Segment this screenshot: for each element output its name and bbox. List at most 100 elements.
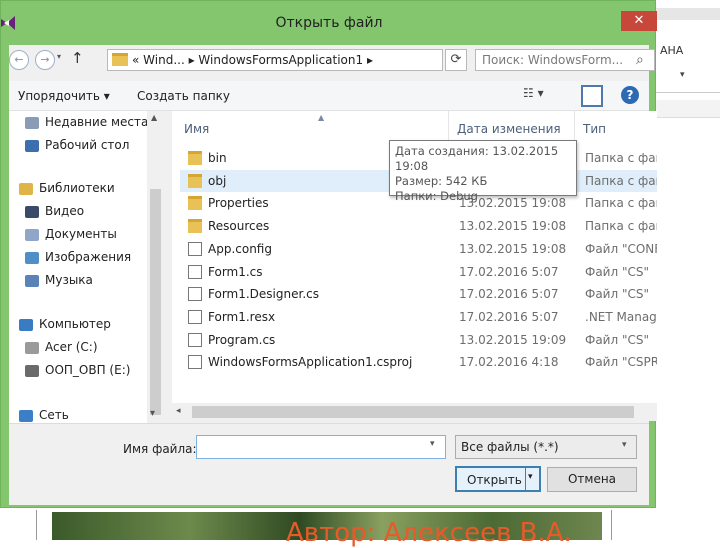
nav-item-label: Изображения: [45, 250, 132, 264]
nav-item-label: Acer (C:): [45, 340, 98, 354]
file-name: Resources: [208, 219, 270, 234]
background-window-right: [656, 0, 720, 540]
background-author-caption: Автор: Алексеев В.А.: [286, 518, 572, 548]
file-type-value: Все файлы (*.*): [461, 440, 559, 454]
file-type-select[interactable]: Все файлы (*.*) ▾: [455, 435, 637, 459]
close-button[interactable]: ✕: [621, 11, 657, 31]
network-icon: [19, 410, 33, 422]
file-name: obj: [208, 173, 227, 188]
computer-icon: [19, 319, 33, 331]
file-row[interactable]: Form1.resx 17.02.2016 5:07 .NET Manage: [180, 306, 657, 328]
pictures-icon: [25, 252, 39, 264]
scroll-left-button[interactable]: ◂: [176, 406, 181, 416]
dialog-footer: Имя файла: ▾ Все файлы (*.*) ▾ Открыть ▾…: [9, 423, 649, 505]
file-date: 13.02.2015 19:09: [459, 332, 567, 347]
file-row[interactable]: Resources 13.02.2015 19:08 Папка с фай: [180, 215, 657, 237]
file-name: Form1.resx: [208, 309, 276, 324]
background-toolbar: [656, 100, 720, 118]
back-button[interactable]: ←: [9, 50, 29, 70]
search-icon[interactable]: ⌕: [636, 52, 644, 68]
document-icon: [188, 332, 202, 347]
file-name: Form1.Designer.cs: [208, 287, 319, 302]
nav-scrollbar-thumb[interactable]: [150, 189, 161, 415]
nav-scroll-up-button[interactable]: ▲: [151, 113, 157, 122]
folder-icon: [112, 53, 128, 66]
background-window-text: АНА: [660, 44, 684, 57]
nav-item-label: Документы: [45, 227, 117, 241]
window-title: Открыть файл: [275, 15, 383, 31]
split-divider: [525, 468, 526, 490]
open-options-dropdown[interactable]: ▾: [528, 472, 533, 482]
nav-item-label: Недавние места: [45, 115, 149, 129]
drive-icon: [25, 365, 39, 377]
open-button-label: Открыть: [467, 473, 522, 487]
file-name: Program.cs: [208, 332, 276, 347]
nav-item-label: Видео: [45, 204, 85, 218]
open-file-dialog: Открыть файл ✕ ← → ▾ ↑ « Wind... ▸ Windo…: [0, 0, 657, 508]
file-date: 17.02.2016 5:07: [459, 309, 559, 324]
file-type: Файл "CS": [585, 332, 650, 347]
refresh-button[interactable]: ⟳: [445, 49, 467, 71]
file-date: 17.02.2016 4:18: [459, 355, 559, 370]
horizontal-scrollbar-thumb[interactable]: [192, 406, 634, 418]
folder-icon: [188, 173, 202, 188]
nav-item-label: Компьютер: [39, 317, 111, 331]
file-row[interactable]: App.config 13.02.2015 19:08 Файл "CONF: [180, 238, 657, 260]
file-name: Properties: [208, 196, 269, 211]
search-placeholder: Поиск: WindowsForm...: [482, 53, 624, 67]
file-name: Form1.cs: [208, 264, 263, 279]
desktop-icon: [25, 140, 39, 152]
cancel-button[interactable]: Отмена: [547, 467, 637, 492]
search-input[interactable]: Поиск: WindowsForm... ⌕: [475, 49, 655, 71]
file-row[interactable]: Form1.Designer.cs 17.02.2016 5:07 Файл "CS…: [180, 283, 657, 305]
folder-icon: [188, 151, 202, 165]
documents-icon: [25, 229, 39, 241]
chevron-down-icon[interactable]: ▾: [622, 440, 627, 450]
file-row[interactable]: WindowsFormsApplication1.csproj 17.02.201…: [180, 351, 657, 373]
file-type: Папка с фай: [585, 196, 657, 211]
help-button[interactable]: ?: [621, 86, 639, 104]
open-button[interactable]: Открыть ▾: [455, 466, 541, 492]
filename-input[interactable]: ▾: [196, 435, 446, 459]
document-icon: [188, 264, 202, 279]
tooltip-size: Размер: 542 КБ: [395, 174, 488, 188]
organize-button[interactable]: Упорядочить ▾: [18, 89, 110, 103]
file-date: 13.02.2015 19:08: [459, 241, 567, 256]
recent-locations-button[interactable]: ▾: [57, 52, 61, 61]
up-folder-button[interactable]: ↑: [71, 49, 84, 67]
nav-item-label: Сеть: [39, 408, 69, 422]
preview-pane-button[interactable]: [581, 85, 603, 107]
file-name: bin: [208, 151, 227, 165]
file-type: .NET Manage: [585, 309, 657, 324]
document-icon: [188, 287, 202, 302]
file-row[interactable]: Form1.cs 17.02.2016 5:07 Файл "CS": [180, 261, 657, 283]
resx-file-icon: [188, 309, 202, 324]
forward-button[interactable]: →: [35, 50, 55, 70]
horizontal-scrollbar[interactable]: ◂: [172, 403, 657, 421]
drive-icon: [25, 342, 39, 354]
file-type: Папка с фай: [585, 173, 657, 188]
background-window-strip: [656, 8, 720, 20]
video-icon: [25, 206, 39, 218]
file-type: Файл "CONF: [585, 241, 657, 256]
filename-label: Имя файла:: [123, 442, 197, 456]
file-type: Папка с фай: [585, 219, 657, 234]
chevron-down-icon[interactable]: ▾: [430, 439, 435, 449]
breadcrumb[interactable]: « Wind... ▸ WindowsFormsApplication1 ▸: [132, 53, 373, 67]
nav-item-label: Библиотеки: [39, 181, 115, 195]
dialog-client: ← → ▾ ↑ « Wind... ▸ WindowsFormsApplicat…: [9, 45, 657, 505]
file-type: Файл "CS": [585, 287, 650, 302]
csproj-file-icon: [188, 355, 202, 370]
title-bar[interactable]: Открыть файл ✕: [1, 1, 657, 45]
new-folder-button[interactable]: Создать папку: [137, 89, 230, 103]
tooltip-folders: Папки: Debug: [395, 189, 478, 203]
nav-scroll-down-button[interactable]: ▾: [150, 408, 155, 419]
views-button[interactable]: ☷ ▾: [523, 86, 561, 106]
address-bar[interactable]: « Wind... ▸ WindowsFormsApplication1 ▸: [107, 49, 443, 71]
file-tooltip: Дата создания: 13.02.2015 19:08 Размер: …: [389, 140, 577, 203]
folder-icon: [188, 219, 202, 234]
nav-item-label: Рабочий стол: [45, 138, 130, 152]
file-row[interactable]: Program.cs 13.02.2015 19:09 Файл "CS": [180, 329, 657, 351]
nav-item-label: ООП_ОВП (E:): [45, 363, 131, 377]
file-name: App.config: [208, 241, 272, 256]
